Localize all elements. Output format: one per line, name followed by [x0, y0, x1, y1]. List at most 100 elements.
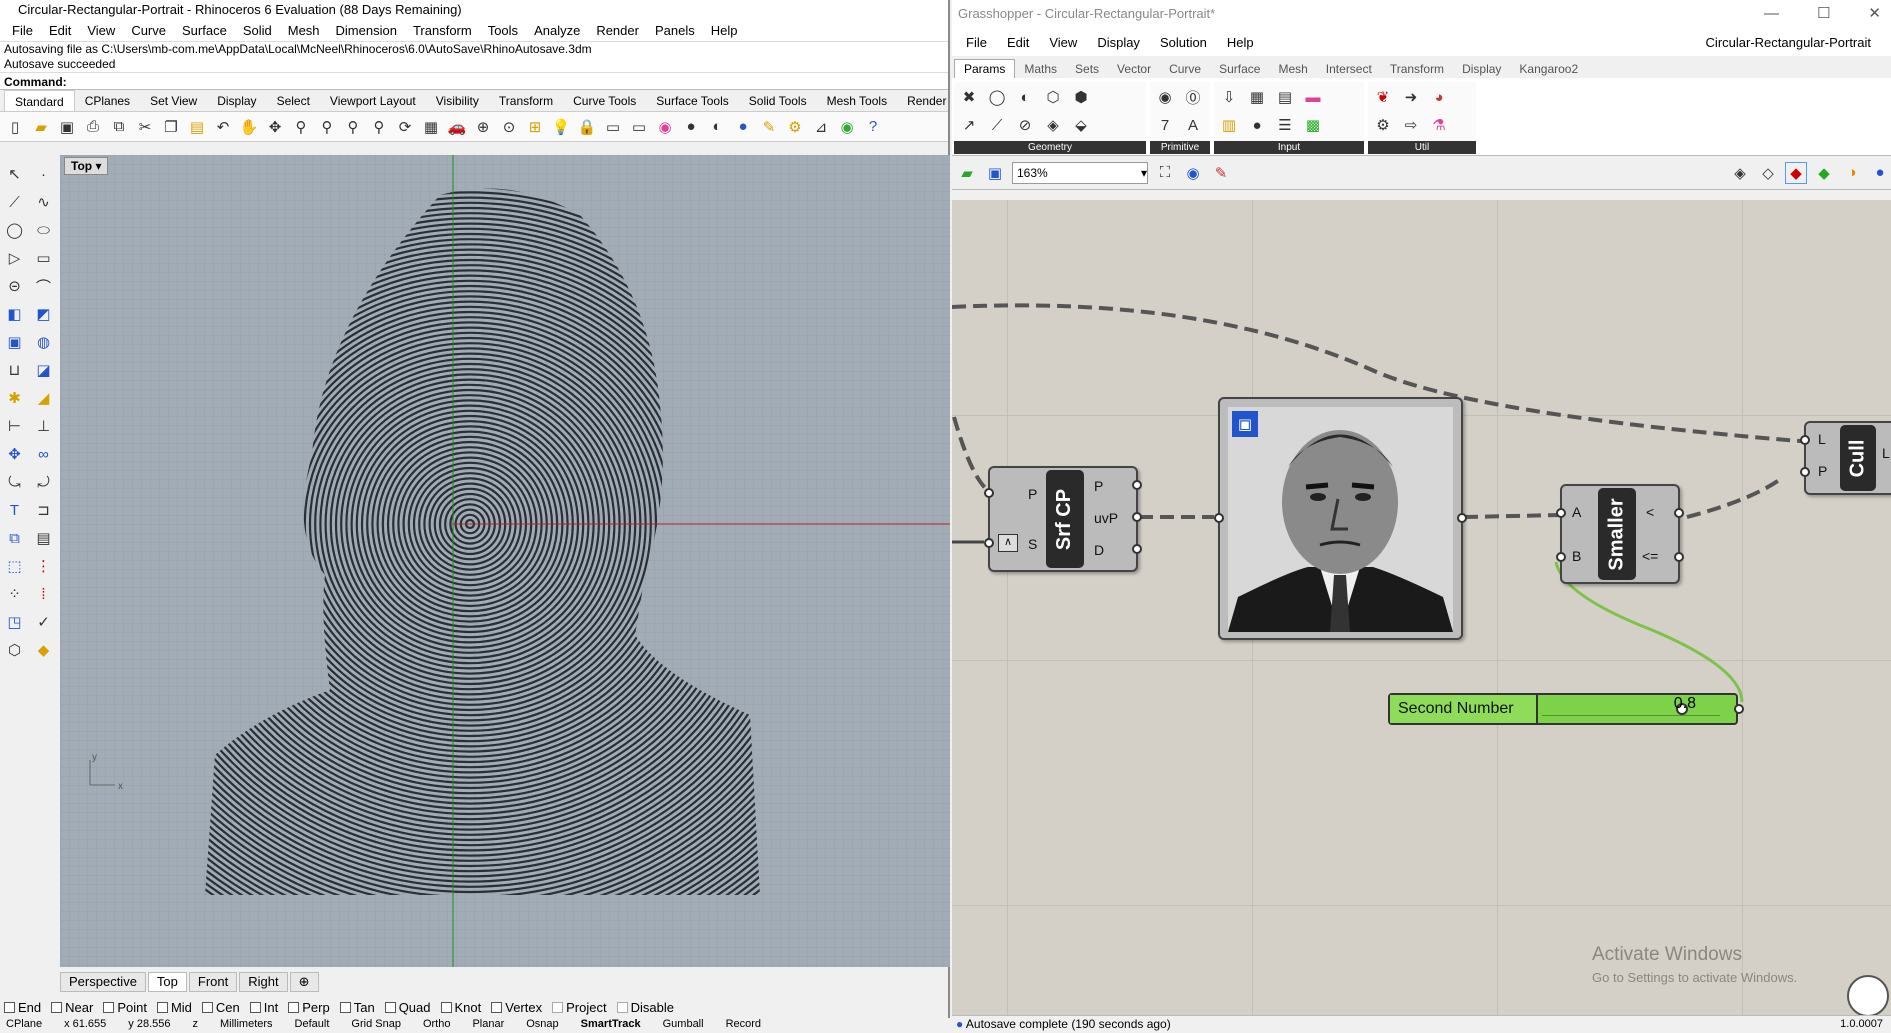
save-file-icon[interactable]: ▣: [984, 162, 1006, 184]
tab-mesh-tools[interactable]: Mesh Tools: [817, 90, 897, 111]
color-wheel-icon[interactable]: ◉: [654, 116, 676, 138]
status-gumball[interactable]: Gumball: [663, 1018, 704, 1032]
top-viewport[interactable]: y x Top ▾: [60, 155, 950, 967]
slider-track[interactable]: 0.8: [1538, 695, 1736, 723]
curve-icon[interactable]: ∿: [33, 191, 55, 213]
osnap-perp[interactable]: Perp: [288, 1000, 330, 1015]
cull-input-l[interactable]: L: [1818, 431, 1826, 447]
param-circular-arc-icon[interactable]: ◐: [1012, 84, 1038, 110]
zoom-extents-icon[interactable]: ⚲: [342, 116, 364, 138]
export-icon[interactable]: ⧉: [108, 116, 130, 138]
gh-tab-intersect[interactable]: Intersect: [1317, 60, 1381, 78]
gh-canvas[interactable]: Srf CP P ∧ S P uvP D ▣ Smaller A B < <= …: [952, 200, 1891, 1015]
navigation-compass-icon[interactable]: [1847, 975, 1889, 1015]
status-units[interactable]: Millimeters: [220, 1018, 273, 1032]
srf-cp-component[interactable]: Srf CP P ∧ S P uvP D: [984, 466, 1142, 572]
param-curve-icon[interactable]: ↗: [956, 112, 982, 138]
sketch-pencil-icon[interactable]: ✎: [1210, 162, 1232, 184]
osnap-near[interactable]: Near: [51, 1000, 93, 1015]
image-grip-out[interactable]: [1457, 513, 1467, 523]
srf-cp-grip-out-p[interactable]: [1132, 480, 1142, 490]
mesh-tools-icon[interactable]: ◢: [33, 387, 55, 409]
param-line-icon[interactable]: ⟋: [984, 112, 1010, 138]
paste-icon[interactable]: ▤: [186, 116, 208, 138]
srf-cp-output-d[interactable]: D: [1094, 542, 1104, 558]
param-surface-icon[interactable]: ⬙: [1068, 112, 1094, 138]
osnap-cen[interactable]: Cen: [201, 1000, 240, 1015]
gh-menu-help[interactable]: Help: [1217, 35, 1264, 50]
menu-solid[interactable]: Solid: [235, 20, 280, 41]
snap-icon[interactable]: ⊞: [524, 116, 546, 138]
gh-menu-display[interactable]: Display: [1087, 35, 1150, 50]
param-brep-icon[interactable]: ⬢: [1068, 84, 1094, 110]
gh-tab-params[interactable]: Params: [954, 59, 1016, 78]
param-circle-icon[interactable]: ◯: [984, 84, 1010, 110]
display-blue-icon[interactable]: ●: [1869, 162, 1891, 184]
param-point-icon[interactable]: ◈: [1040, 112, 1066, 138]
smaller-input-a[interactable]: A: [1572, 504, 1581, 520]
menu-file[interactable]: File: [4, 20, 41, 41]
cylinder-icon[interactable]: ⊔: [4, 359, 26, 381]
status-planar[interactable]: Planar: [472, 1018, 504, 1032]
settings-gear-icon[interactable]: ⚙: [784, 116, 806, 138]
gh-tab-kangaroo2[interactable]: Kangaroo2: [1510, 60, 1587, 78]
ruler-icon[interactable]: ⋮: [33, 555, 55, 577]
lock-icon[interactable]: 🔒: [576, 116, 598, 138]
smaller-component[interactable]: Smaller A B < <=: [1556, 484, 1684, 584]
tab-select[interactable]: Select: [267, 90, 320, 111]
tab-surface-tools[interactable]: Surface Tools: [646, 90, 739, 111]
input-panel-icon[interactable]: ⇩: [1216, 84, 1242, 110]
cull-input-p[interactable]: P: [1818, 463, 1827, 479]
menu-tools[interactable]: Tools: [480, 20, 526, 41]
gh-tab-transform[interactable]: Transform: [1381, 60, 1453, 78]
osnap-knot[interactable]: Knot: [440, 1000, 481, 1015]
input-button-icon[interactable]: ●: [1244, 112, 1270, 138]
viewport-title[interactable]: Top ▾: [64, 157, 109, 175]
print-icon[interactable]: ⎙: [82, 116, 104, 138]
cull-component[interactable]: Cull L P L: [1800, 421, 1891, 495]
srf-cp-grip-s[interactable]: [984, 538, 994, 548]
param-text-icon[interactable]: A: [1180, 112, 1206, 138]
snapshot-icon[interactable]: ▤: [33, 527, 55, 549]
rotate-view-icon[interactable]: ⟳: [394, 116, 416, 138]
gh-tab-sets[interactable]: Sets: [1066, 60, 1108, 78]
osnap-quad[interactable]: Quad: [384, 1000, 431, 1015]
input-colour-swatch-icon[interactable]: ▩: [1300, 112, 1326, 138]
osnap-int[interactable]: Int: [249, 1000, 278, 1015]
vptab-top[interactable]: Top: [147, 972, 187, 992]
smaller-grip-lt[interactable]: [1674, 508, 1684, 518]
panel-primitive-label[interactable]: Primitive: [1150, 141, 1210, 154]
polyline-icon[interactable]: ⟋: [4, 191, 26, 213]
status-osnap[interactable]: Osnap: [526, 1018, 558, 1032]
util-data-input-icon[interactable]: ⇨: [1398, 112, 1424, 138]
image-sampler-component[interactable]: ▣: [1214, 397, 1467, 640]
check-icon[interactable]: ✓: [33, 611, 55, 633]
gh-menu-edit[interactable]: Edit: [997, 35, 1039, 50]
vptab-perspective[interactable]: Perspective: [60, 972, 146, 992]
save-icon[interactable]: ▣: [56, 116, 78, 138]
light-bulb-icon[interactable]: 💡: [550, 116, 572, 138]
text-dimension-icon[interactable]: ⊥: [33, 415, 55, 437]
offset-icon[interactable]: ⊝: [4, 275, 26, 297]
block-icon[interactable]: ⧉: [4, 527, 26, 549]
param-boolean-icon[interactable]: ◉: [1152, 84, 1178, 110]
vptab-front[interactable]: Front: [188, 972, 238, 992]
solid-union-icon[interactable]: ◍: [33, 331, 55, 353]
menu-curve[interactable]: Curve: [123, 20, 174, 41]
move-view-icon[interactable]: ✥: [264, 116, 286, 138]
cull-output-l[interactable]: L: [1882, 445, 1890, 461]
minimize-icon[interactable]: —: [1764, 0, 1779, 28]
point-icon[interactable]: ·: [33, 163, 55, 185]
menu-help[interactable]: Help: [703, 20, 746, 41]
select-arrow-icon[interactable]: ↖: [4, 163, 26, 185]
status-layer[interactable]: Default: [295, 1018, 330, 1032]
cull-grip-l[interactable]: [1800, 435, 1810, 445]
param-mesh-icon[interactable]: ⊘: [1012, 112, 1038, 138]
rectangle-icon[interactable]: ▭: [33, 247, 55, 269]
util-cluster-icon[interactable]: ⚙: [1370, 112, 1396, 138]
param-geometry-icon[interactable]: ✖: [956, 84, 982, 110]
menu-mesh[interactable]: Mesh: [280, 20, 328, 41]
osnap-end[interactable]: End: [4, 1000, 41, 1015]
osnap-project[interactable]: Project: [552, 1000, 607, 1015]
gh-menu-solution[interactable]: Solution: [1150, 35, 1217, 50]
